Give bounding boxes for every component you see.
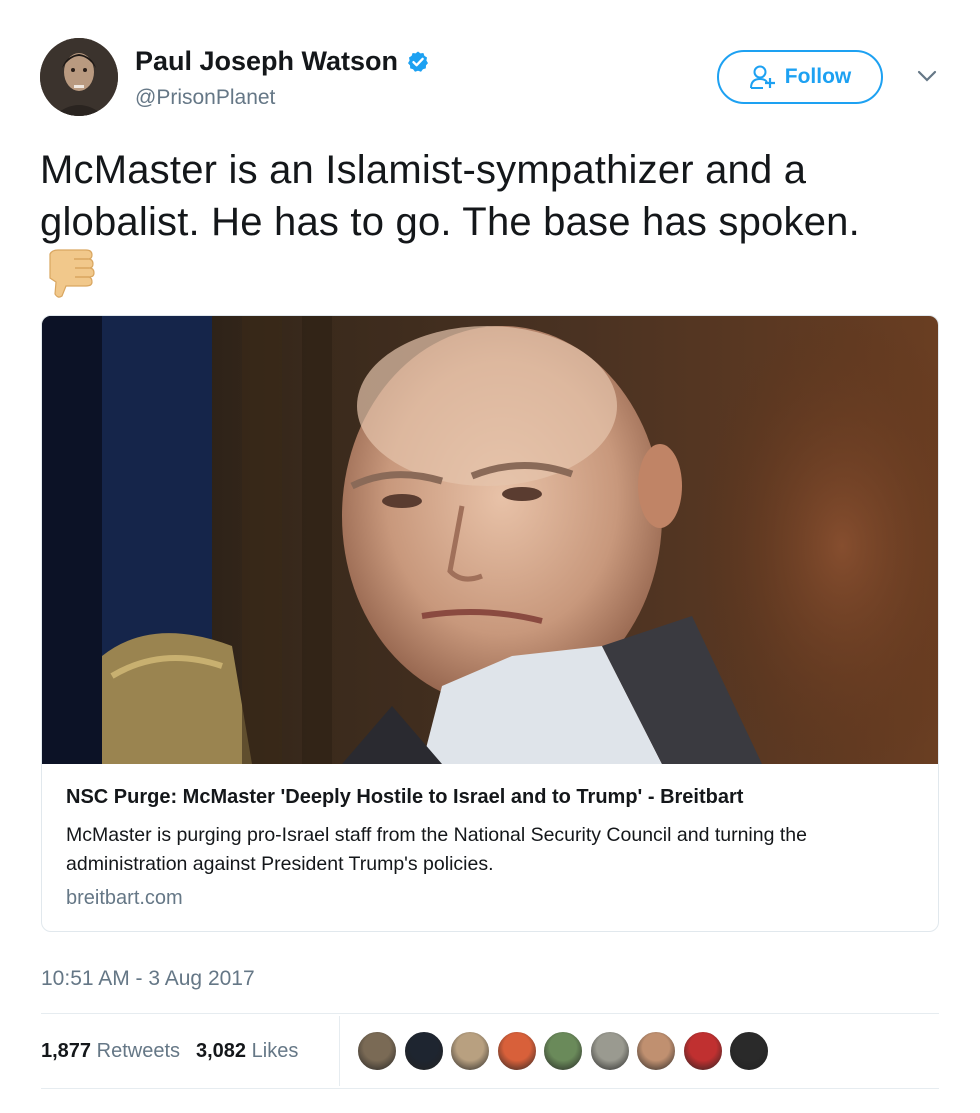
liker-avatar[interactable] <box>403 1031 444 1071</box>
author-name-text: Paul Joseph Watson <box>135 46 399 76</box>
liker-avatar[interactable] <box>357 1031 397 1071</box>
tweet-stats: 1,877 Retweets 3,082 Likes <box>41 1040 298 1063</box>
likes-label: Likes <box>251 1040 299 1062</box>
user-avatar-icon <box>40 38 118 116</box>
liker-avatar[interactable] <box>636 1031 676 1071</box>
divider <box>41 1088 939 1089</box>
tweet-text: McMaster is an Islamist-sympathizer and … <box>40 148 860 244</box>
add-user-icon <box>749 65 775 89</box>
likers-avatars <box>357 1031 776 1071</box>
likes-count: 3,082 <box>196 1040 247 1062</box>
divider <box>41 1013 939 1014</box>
card-image <box>42 316 938 764</box>
retweets-stat[interactable]: 1,877 Retweets <box>41 1040 180 1063</box>
retweets-count: 1,877 <box>41 1040 92 1062</box>
card-title: NSC Purge: McMaster 'Deeply Hostile to I… <box>66 786 744 808</box>
liker-avatar[interactable] <box>729 1031 769 1071</box>
retweets-label: Retweets <box>96 1040 180 1062</box>
follow-button-label: Follow <box>784 65 852 88</box>
verified-badge-icon <box>408 51 429 72</box>
link-card[interactable]: NSC Purge: McMaster 'Deeply Hostile to I… <box>41 315 939 932</box>
author-avatar[interactable] <box>40 38 118 116</box>
chevron-down-icon[interactable] <box>914 66 940 86</box>
tweet-container: Paul Joseph Watson @PrisonPlanet Follow … <box>0 0 980 1113</box>
divider <box>339 1016 340 1086</box>
card-domain: breitbart.com <box>66 887 183 909</box>
author-handle[interactable]: @PrisonPlanet <box>135 86 275 110</box>
liker-avatar[interactable] <box>496 1031 537 1071</box>
card-description: McMaster is purging pro-Israel staff fro… <box>66 824 807 875</box>
thumbs-down-icon <box>49 249 95 298</box>
likes-stat[interactable]: 3,082 Likes <box>196 1040 298 1063</box>
liker-avatar[interactable] <box>543 1031 583 1071</box>
follow-button[interactable]: Follow <box>717 50 883 104</box>
tweet-timestamp[interactable]: 10:51 AM - 3 Aug 2017 <box>41 967 255 991</box>
liker-avatar[interactable] <box>589 1031 630 1071</box>
liker-avatar[interactable] <box>682 1031 723 1071</box>
liker-avatar[interactable] <box>450 1031 490 1071</box>
author-name[interactable]: Paul Joseph Watson <box>135 46 430 77</box>
